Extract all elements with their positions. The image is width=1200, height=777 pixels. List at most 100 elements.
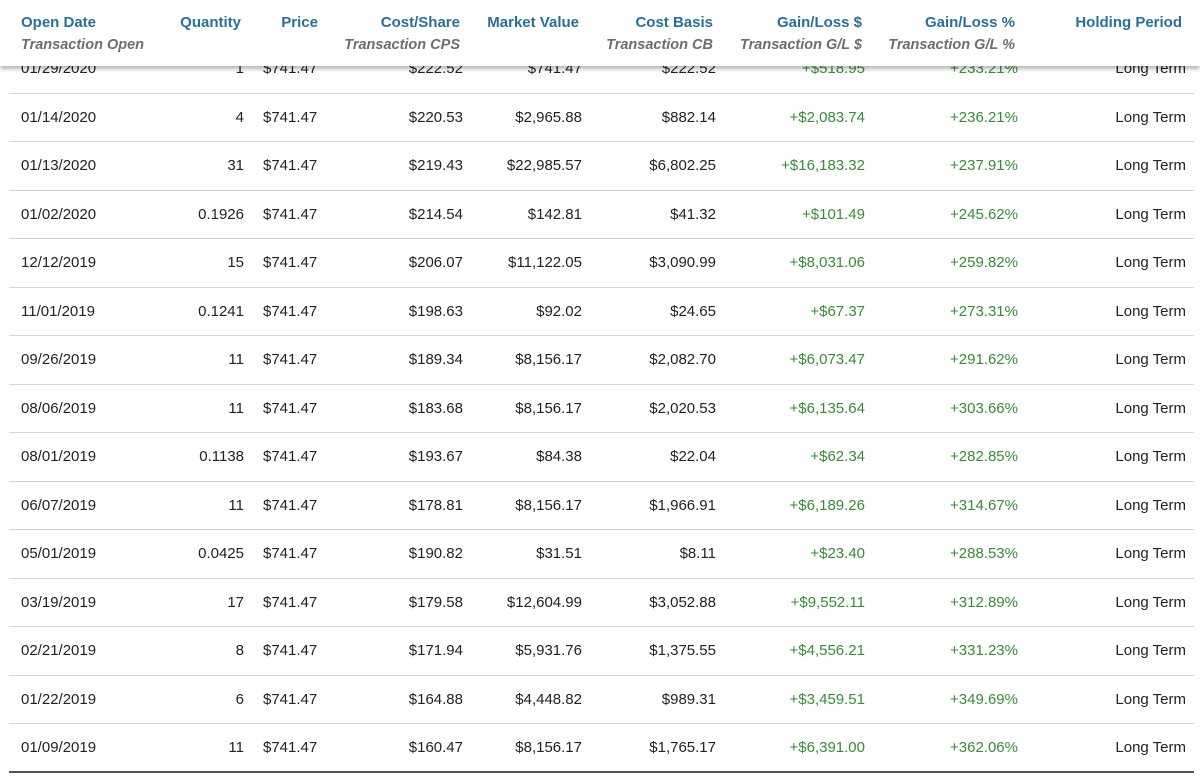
quantity-cell: 8: [235, 642, 244, 659]
table-row: 01/22/2019 6 $741.47 $164.88 $4,448.82 $989.3…: [9, 676, 1194, 724]
table-row: 01/02/2020 0.1926 $741.47 $214.54 $142.81 $41…: [9, 191, 1194, 239]
column-header-open-date[interactable]: Open Date Transaction Open: [21, 14, 144, 54]
column-title: Holding Period: [1075, 14, 1182, 31]
quantity-cell: 15: [227, 254, 244, 271]
gain-loss-percent-cell: +282.85%: [950, 448, 1018, 465]
gain-loss-percent-cell: +236.21%: [950, 108, 1018, 126]
holding-period-cell: Long Term: [1115, 157, 1186, 174]
column-header-price[interactable]: Price: [281, 14, 318, 32]
holding-period-cell: Long Term: [1115, 205, 1186, 223]
price-cell: $741.47: [263, 351, 318, 368]
gain-loss-percent-cell: +273.31%: [950, 302, 1018, 320]
column-subtitle: Transaction CB: [606, 37, 713, 53]
cost-basis-cell: $989.31: [661, 690, 716, 708]
gain-loss-dollar-cell: +$23.40: [810, 545, 865, 562]
cost-share-cell: $214.54: [408, 205, 463, 223]
column-header-cost-share[interactable]: Cost/Share Transaction CPS: [344, 14, 460, 54]
gain-loss-percent-cell: +291.62%: [950, 351, 1018, 368]
cost-share-cell: $206.07: [408, 254, 463, 271]
price-cell: $741.47: [263, 690, 318, 708]
transactions-table: Open Date Transaction Open Quantity Pric…: [0, 0, 1200, 777]
price-cell: $741.47: [263, 448, 318, 465]
gain-loss-percent-cell: +288.53%: [950, 545, 1018, 562]
column-subtitle: Transaction G/L $: [740, 37, 862, 53]
gain-loss-dollar-cell: +$67.37: [810, 302, 865, 320]
open-date-cell: 01/09/2019: [21, 739, 97, 756]
column-subtitle: Transaction G/L %: [888, 37, 1015, 53]
gain-loss-percent-cell: +245.62%: [950, 205, 1018, 223]
open-date-cell: 08/01/2019: [21, 448, 97, 465]
holding-period-cell: Long Term: [1115, 545, 1186, 562]
column-header-gain-loss-percent[interactable]: Gain/Loss % Transaction G/L %: [888, 14, 1015, 54]
cost-share-cell: $198.63: [408, 302, 463, 320]
quantity-cell: 0.1241: [198, 302, 244, 320]
cost-basis-cell: $1,765.17: [649, 739, 716, 756]
gain-loss-dollar-cell: +$8,031.06: [789, 254, 866, 271]
quantity-cell: 0.0425: [198, 545, 244, 562]
price-cell: $741.47: [263, 545, 318, 562]
column-title: Open Date: [21, 14, 97, 31]
market-value-cell: $142.81: [527, 205, 582, 223]
cost-basis-cell: $22.04: [670, 448, 716, 465]
column-subtitle: Transaction Open: [21, 37, 145, 53]
cost-basis-cell: $8.11: [679, 545, 716, 562]
market-value-cell: $4,448.82: [515, 690, 582, 708]
table-row: 06/07/2019 11 $741.47 $178.81 $8,156.17 $1,96…: [9, 482, 1194, 530]
holding-period-cell: Long Term: [1115, 302, 1186, 320]
cost-basis-cell: $3,052.88: [649, 593, 716, 611]
table-header: Open Date Transaction Open Quantity Pric…: [0, 0, 1200, 66]
market-value-cell: $8,156.17: [515, 399, 582, 417]
open-date-cell: 12/12/2019: [21, 254, 97, 271]
price-cell: $741.47: [263, 205, 318, 223]
table-row: 08/01/2019 0.1138 $741.47 $193.67 $84.38 $22.…: [9, 433, 1194, 482]
cost-share-cell: $219.43: [408, 157, 463, 174]
holding-period-cell: Long Term: [1115, 351, 1186, 368]
table-row: 11/01/2019 0.1241 $741.47 $198.63 $92.02 $24.…: [9, 288, 1194, 336]
cost-basis-cell: $882.14: [661, 108, 716, 126]
gain-loss-dollar-cell: +$6,073.47: [789, 351, 866, 368]
column-header-quantity[interactable]: Quantity: [180, 14, 241, 32]
gain-loss-dollar-cell: +$6,135.64: [789, 399, 866, 417]
open-date-cell: 05/01/2019: [21, 545, 97, 562]
quantity-cell: 0.1926: [198, 205, 244, 223]
column-header-gain-loss-dollar[interactable]: Gain/Loss $ Transaction G/L $: [740, 14, 862, 54]
open-date-cell: 01/14/2020: [21, 108, 97, 126]
quantity-cell: 4: [235, 108, 244, 126]
quantity-cell: 11: [228, 739, 244, 756]
gain-loss-dollar-cell: +$4,556.21: [789, 642, 866, 659]
table-row: 01/14/2020 4 $741.47 $220.53 $2,965.88 $882.1…: [9, 94, 1194, 142]
table-row: 08/06/2019 11 $741.47 $183.68 $8,156.17 $2,02…: [9, 385, 1194, 433]
price-cell: $741.47: [263, 302, 318, 320]
open-date-cell: 02/21/2019: [21, 642, 97, 659]
quantity-cell: 11: [228, 351, 244, 368]
table-row: 01/09/2019 11 $741.47 $160.47 $8,156.17 $1,76…: [9, 724, 1194, 773]
cost-basis-cell: $24.65: [670, 302, 716, 320]
gain-loss-percent-cell: +331.23%: [950, 642, 1018, 659]
column-title: Price: [281, 14, 318, 31]
column-header-cost-basis[interactable]: Cost Basis Transaction CB: [606, 14, 713, 54]
market-value-cell: $5,931.76: [515, 642, 582, 659]
gain-loss-dollar-cell: +$9,552.11: [790, 593, 865, 611]
gain-loss-dollar-cell: +$101.49: [802, 205, 865, 223]
column-title: Market Value: [487, 14, 579, 31]
gain-loss-dollar-cell: +$62.34: [810, 448, 865, 465]
table-row: 05/01/2019 0.0425 $741.47 $190.82 $31.51 $8.1…: [9, 530, 1194, 579]
price-cell: $741.47: [263, 593, 318, 611]
cost-share-cell: $160.47: [408, 739, 463, 756]
table-row: 01/13/2020 31 $741.47 $219.43 $22,985.57 $6,8…: [9, 142, 1194, 191]
price-cell: $741.47: [263, 108, 318, 126]
cost-basis-cell: $41.32: [670, 205, 716, 223]
price-cell: $741.47: [263, 739, 318, 756]
market-value-cell: $2,965.88: [515, 108, 582, 126]
market-value-cell: $8,156.17: [515, 496, 582, 514]
open-date-cell: 03/19/2019: [21, 593, 97, 611]
market-value-cell: $8,156.17: [515, 739, 582, 756]
gain-loss-dollar-cell: +$2,083.74: [789, 108, 866, 126]
column-header-market-value[interactable]: Market Value: [487, 14, 579, 32]
cost-basis-cell: $2,020.53: [649, 399, 716, 417]
column-header-holding-period[interactable]: Holding Period: [1075, 14, 1182, 32]
holding-period-cell: Long Term: [1115, 593, 1186, 611]
gain-loss-percent-cell: +314.67%: [950, 496, 1018, 514]
market-value-cell: $84.38: [536, 448, 582, 465]
open-date-cell: 01/02/2020: [21, 205, 97, 223]
